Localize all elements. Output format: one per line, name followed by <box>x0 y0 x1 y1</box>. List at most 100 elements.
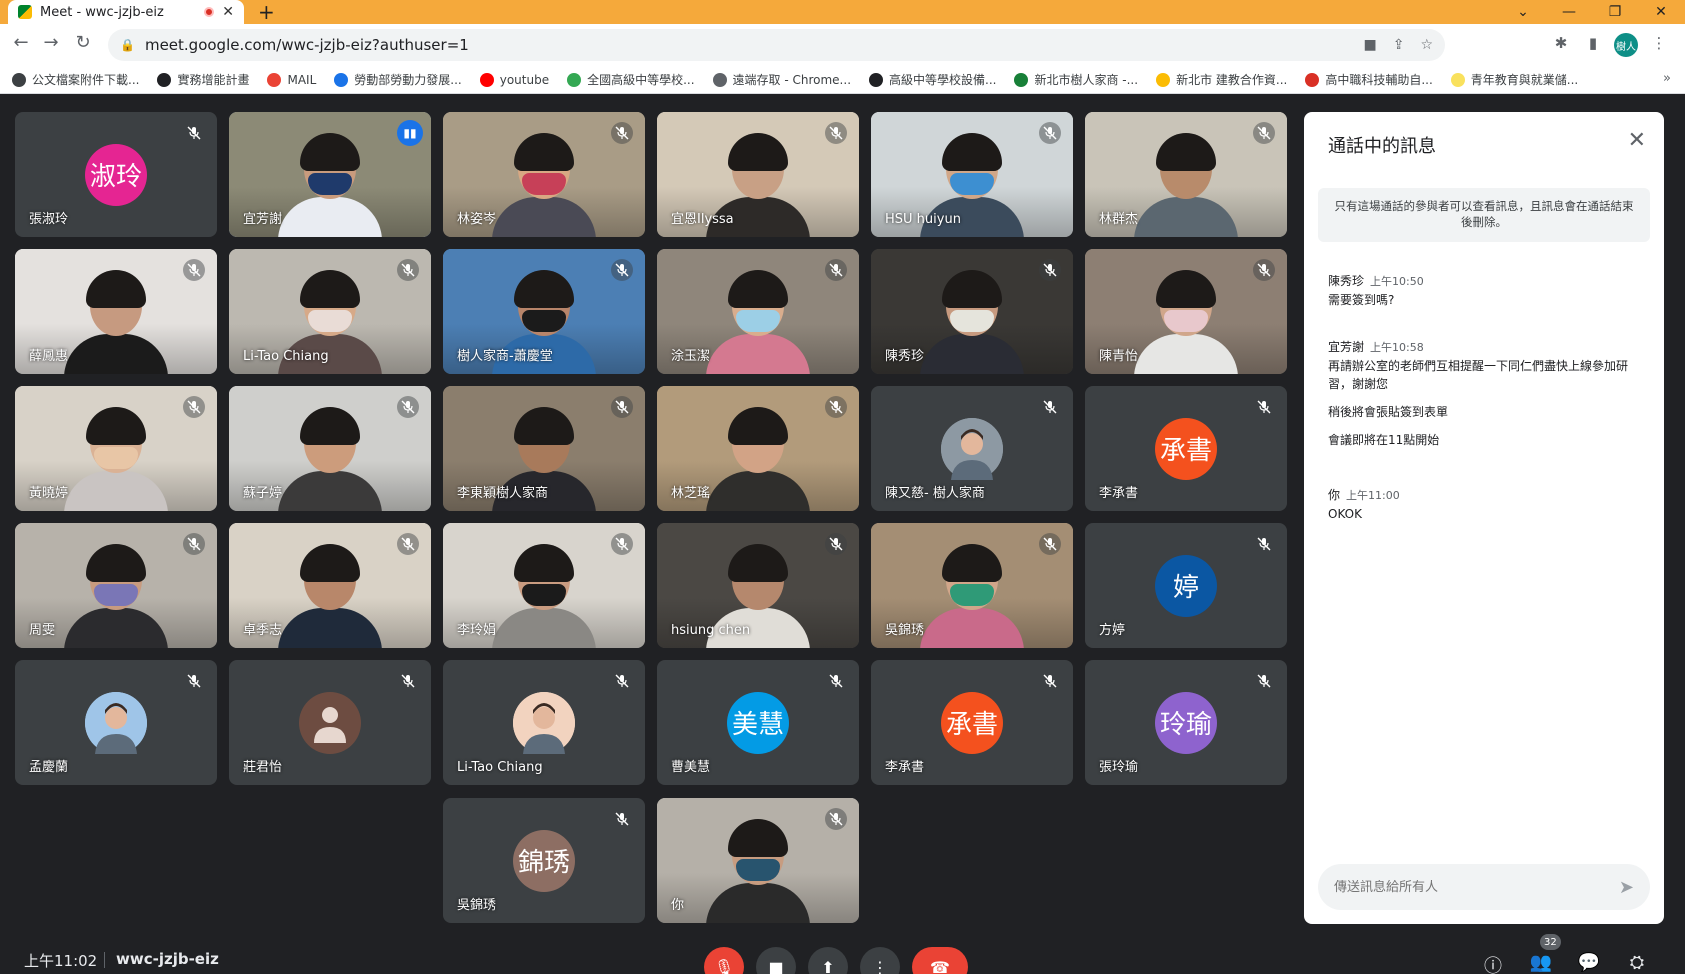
participant-tile[interactable]: 婷方婷 <box>1085 523 1287 648</box>
bookmark-item[interactable]: 高級中等學校設備... <box>869 71 996 88</box>
participant-tile[interactable]: ▮▮ 宜芳謝 <box>229 112 431 237</box>
profile-avatar[interactable]: 樹人 <box>1614 33 1638 57</box>
chat-input[interactable] <box>1334 879 1619 895</box>
mic-toggle-button[interactable]: 🎙 <box>704 947 744 974</box>
bookmark-item[interactable]: 新北市樹人家商 -... <box>1014 71 1138 88</box>
bookmark-favicon-icon <box>157 72 172 87</box>
participant-tile[interactable]: 陳又慈- 樹人家商 <box>871 386 1073 511</box>
bookmark-item[interactable]: 公文檔案附件下載... <box>12 71 139 88</box>
bookmark-item[interactable]: 全國高級中等學校... <box>567 71 695 88</box>
participant-name: 林姿岑 <box>457 212 497 227</box>
participant-tile[interactable]: 玲瑜 張玲瑜 <box>1085 660 1287 785</box>
participant-tile[interactable]: 孟慶蘭 <box>15 660 217 785</box>
participant-tile[interactable]: 美慧 曹美慧 <box>657 660 859 785</box>
url-text[interactable]: meet.google.com/wwc-jzjb-eiz?authuser=1 <box>145 36 1348 54</box>
bookmark-item[interactable]: youtube <box>479 72 550 87</box>
participant-tile[interactable]: 承書 李承書 <box>871 660 1073 785</box>
bookmark-label: 新北市 建教合作資... <box>1176 73 1288 87</box>
participant-name: 莊君怡 <box>243 760 283 775</box>
participant-tile[interactable]: 林群杰 <box>1085 112 1287 237</box>
forward-icon[interactable]: → <box>38 32 64 53</box>
participant-tile[interactable]: Li-Tao Chiang <box>443 660 645 785</box>
camera-icon: ■ <box>768 957 784 974</box>
participant-tile[interactable]: Li-Tao Chiang <box>229 249 431 374</box>
bookmark-star-icon[interactable]: ☆ <box>1420 37 1433 53</box>
participant-tile[interactable]: 李東穎樹人家商 <box>443 386 645 511</box>
participant-tile[interactable]: 陳青怡 <box>1085 249 1287 374</box>
new-tab-button[interactable]: + <box>258 0 275 24</box>
participant-tile[interactable]: 蘇子婷 <box>229 386 431 511</box>
participant-name: 你 <box>671 898 685 913</box>
menu-kebab-icon[interactable]: ⋮ <box>1648 34 1670 52</box>
restore-button[interactable]: ❐ <box>1592 0 1638 24</box>
side-panel-icon[interactable]: ▮ <box>1582 34 1604 52</box>
participant-tile[interactable]: 莊君怡 <box>229 660 431 785</box>
bookmark-favicon-icon <box>479 72 494 87</box>
bookmark-label: 實務增能計畫 <box>177 73 250 87</box>
bookmark-item[interactable]: 勞動部勞動力發展... <box>334 71 462 88</box>
participant-tile[interactable]: 承書 李承書 <box>1085 386 1287 511</box>
participant-tile[interactable]: 卓季志 <box>229 523 431 648</box>
mic-muted-icon <box>825 533 847 555</box>
lock-icon[interactable]: 🔒 <box>120 38 135 52</box>
participant-tile[interactable]: 錦琇 吳錦琇 <box>443 798 645 923</box>
hang-up-button[interactable]: ☎ <box>912 947 968 974</box>
person-figure <box>64 270 168 374</box>
meeting-info-icon[interactable]: ⓘ <box>1480 952 1506 974</box>
participant-tile[interactable]: 陳秀珍 <box>871 249 1073 374</box>
reload-icon[interactable]: ↻ <box>70 32 96 53</box>
people-icon[interactable]: 👥 <box>1528 952 1554 973</box>
mic-muted-icon <box>611 533 633 555</box>
participant-tile[interactable]: 淑玲 張淑玲 <box>15 112 217 237</box>
participant-tile[interactable]: 吳錦琇 <box>871 523 1073 648</box>
mic-muted-icon <box>397 533 419 555</box>
camera-toggle-button[interactable]: ■ <box>756 947 796 974</box>
bookmark-item[interactable]: 實務增能計畫 <box>157 71 249 88</box>
extensions-icon[interactable]: ✱ <box>1550 34 1572 52</box>
bookmark-item[interactable]: 新北市 建教合作資... <box>1156 71 1287 88</box>
tab-meet[interactable]: Meet - wwc-jzjb-eiz ✕ <box>8 0 244 24</box>
bookmarks-overflow-icon[interactable]: » <box>1663 71 1671 86</box>
mic-muted-icon <box>1039 122 1061 144</box>
participant-tile[interactable]: 林芝瑤 <box>657 386 859 511</box>
close-chat-icon[interactable]: ✕ <box>1628 128 1646 153</box>
chat-icon[interactable]: 💬 <box>1576 952 1602 973</box>
send-icon[interactable]: ➤ <box>1619 877 1634 898</box>
tab-search-icon[interactable]: ⌄ <box>1500 0 1546 24</box>
participant-tile[interactable]: 你 <box>657 798 859 923</box>
participant-tile[interactable]: 黃曉婷 <box>15 386 217 511</box>
more-options-button[interactable]: ⋮ <box>860 947 900 974</box>
bookmark-item[interactable]: 高中職科技輔助自... <box>1305 71 1433 88</box>
mic-off-icon: 🎙 <box>713 957 735 974</box>
person-figure <box>278 407 382 511</box>
share-icon[interactable]: ⇪ <box>1393 37 1405 53</box>
present-button[interactable]: ⬆ <box>808 947 848 974</box>
bookmark-favicon-icon <box>1014 72 1029 87</box>
bookmark-item[interactable]: 青年教育與就業儲... <box>1450 71 1578 88</box>
participant-tile[interactable]: 周雯 <box>15 523 217 648</box>
participant-tile[interactable]: HSU huiyun <box>871 112 1073 237</box>
minimize-button[interactable]: — <box>1546 0 1592 24</box>
bookmark-item[interactable]: MAIL <box>267 72 316 87</box>
profile-photo-avatar <box>941 417 1003 480</box>
speaking-indicator-icon: ▮▮ <box>397 120 423 146</box>
mic-muted-icon <box>825 122 847 144</box>
participant-tile[interactable]: 涂玉潔 <box>657 249 859 374</box>
mic-muted-icon <box>397 670 419 692</box>
close-window-button[interactable]: ✕ <box>1638 0 1684 24</box>
participant-tile[interactable]: 薛鳳惠 <box>15 249 217 374</box>
camera-permission-icon[interactable]: ■ <box>1363 37 1376 53</box>
back-icon[interactable]: ← <box>8 32 34 53</box>
participant-tile[interactable]: 李玲娟 <box>443 523 645 648</box>
initials-avatar: 錦琇 <box>513 829 575 892</box>
participant-tile[interactable]: 宜恩Ilyssa <box>657 112 859 237</box>
bookmark-item[interactable]: 遠端存取 - Chrome... <box>712 71 851 88</box>
bookmark-label: youtube <box>499 72 550 87</box>
participant-tile[interactable]: 林姿岑 <box>443 112 645 237</box>
address-bar[interactable]: 🔒 meet.google.com/wwc-jzjb-eiz?authuser=… <box>108 29 1445 61</box>
participant-name: 林芝瑤 <box>671 486 711 501</box>
close-tab-icon[interactable]: ✕ <box>222 4 234 20</box>
activities-icon[interactable]: ⛭ <box>1624 952 1650 973</box>
participant-tile[interactable]: 樹人家商-蕭慶堂 <box>443 249 645 374</box>
participant-tile[interactable]: hsiung chen <box>657 523 859 648</box>
